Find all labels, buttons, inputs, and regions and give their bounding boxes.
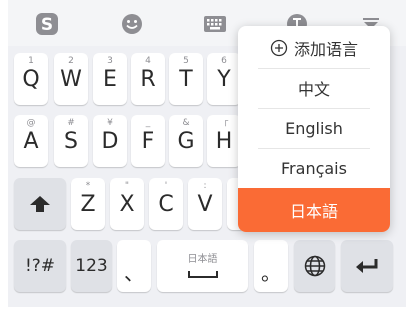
space-icon: [188, 271, 218, 278]
key-label: D: [101, 129, 119, 154]
key-hint: ¥: [107, 118, 113, 128]
comma-label: 、: [124, 260, 144, 285]
numbers-key[interactable]: 123: [71, 240, 112, 292]
key-hint: 1: [28, 56, 34, 66]
add-language-button[interactable]: 添加语言: [238, 28, 390, 68]
key-label: H: [215, 129, 233, 154]
space-hint: 日本語: [187, 254, 218, 265]
key-label: T: [179, 67, 193, 92]
key-hint: 6: [221, 56, 227, 66]
key-c[interactable]: ' C: [149, 178, 183, 230]
sogou-logo-icon[interactable]: S: [35, 12, 59, 36]
language-item-english[interactable]: English: [238, 108, 390, 148]
key-g[interactable]: & G: [169, 115, 203, 167]
shift-icon: [14, 178, 66, 230]
svg-text:S: S: [41, 15, 53, 35]
key-f[interactable]: _ F: [131, 115, 165, 167]
key-label: A: [23, 129, 39, 154]
space-key[interactable]: 日本語: [157, 240, 248, 292]
keyboard-icon[interactable]: [203, 12, 227, 36]
shift-key[interactable]: [14, 178, 66, 230]
key-hint: *: [85, 181, 91, 191]
key-label: F: [141, 129, 155, 154]
key-hint: 2: [68, 56, 74, 66]
key-v[interactable]: : V: [188, 178, 222, 230]
symbols-key[interactable]: !?#: [14, 240, 66, 292]
key-hint: 3: [107, 56, 113, 66]
key-hint: ': [164, 181, 168, 191]
emoji-icon[interactable]: [120, 12, 144, 36]
key-label: R: [140, 67, 156, 92]
key-hint: ": [124, 181, 130, 191]
key-q[interactable]: 1 Q: [14, 53, 48, 105]
globe-icon: [294, 240, 335, 292]
key-s[interactable]: # S: [54, 115, 88, 167]
key-label: X: [119, 192, 135, 217]
key-label: Z: [80, 192, 96, 217]
key-hint: 4: [145, 56, 151, 66]
key-r[interactable]: 4 R: [131, 53, 165, 105]
key-h[interactable]: 「 H: [207, 115, 241, 167]
language-item-chinese[interactable]: 中文: [238, 68, 390, 108]
key-label: V: [197, 192, 213, 217]
key-hint: 5: [183, 56, 189, 66]
key-hint: &: [182, 118, 190, 128]
key-z[interactable]: * Z: [71, 178, 105, 230]
key-label: E: [103, 67, 117, 92]
key-hint: #: [67, 118, 75, 128]
add-circle-icon: [270, 39, 288, 57]
key-label: C: [158, 192, 174, 217]
key-label: G: [177, 129, 195, 154]
symbols-label: !?#: [24, 256, 56, 276]
key-hint: _: [145, 118, 151, 128]
key-label: S: [64, 129, 78, 154]
comma-key[interactable]: 、: [117, 240, 151, 292]
period-label: 。: [261, 260, 281, 285]
key-d[interactable]: ¥ D: [93, 115, 127, 167]
key-label: Y: [217, 67, 231, 92]
key-hint: @: [26, 118, 36, 128]
numbers-label: 123: [75, 256, 108, 276]
language-item-french[interactable]: Français: [238, 148, 390, 188]
key-label: W: [60, 67, 82, 92]
period-key[interactable]: 。: [254, 240, 288, 292]
key-t[interactable]: 5 T: [169, 53, 203, 105]
key-w[interactable]: 2 W: [54, 53, 88, 105]
key-hint: :: [203, 181, 207, 191]
enter-key[interactable]: [341, 240, 393, 292]
key-x[interactable]: " X: [110, 178, 144, 230]
key-e[interactable]: 3 E: [93, 53, 127, 105]
enter-icon: [341, 240, 393, 292]
language-item-japanese[interactable]: 日本語: [238, 188, 390, 232]
key-a[interactable]: @ A: [14, 115, 48, 167]
key-label: Q: [22, 67, 40, 92]
language-menu: 添加语言 中文 English Français 日本語: [238, 26, 390, 232]
add-language-label: 添加语言: [293, 40, 358, 59]
language-switch-key[interactable]: [294, 240, 335, 292]
key-y[interactable]: 6 Y: [207, 53, 241, 105]
